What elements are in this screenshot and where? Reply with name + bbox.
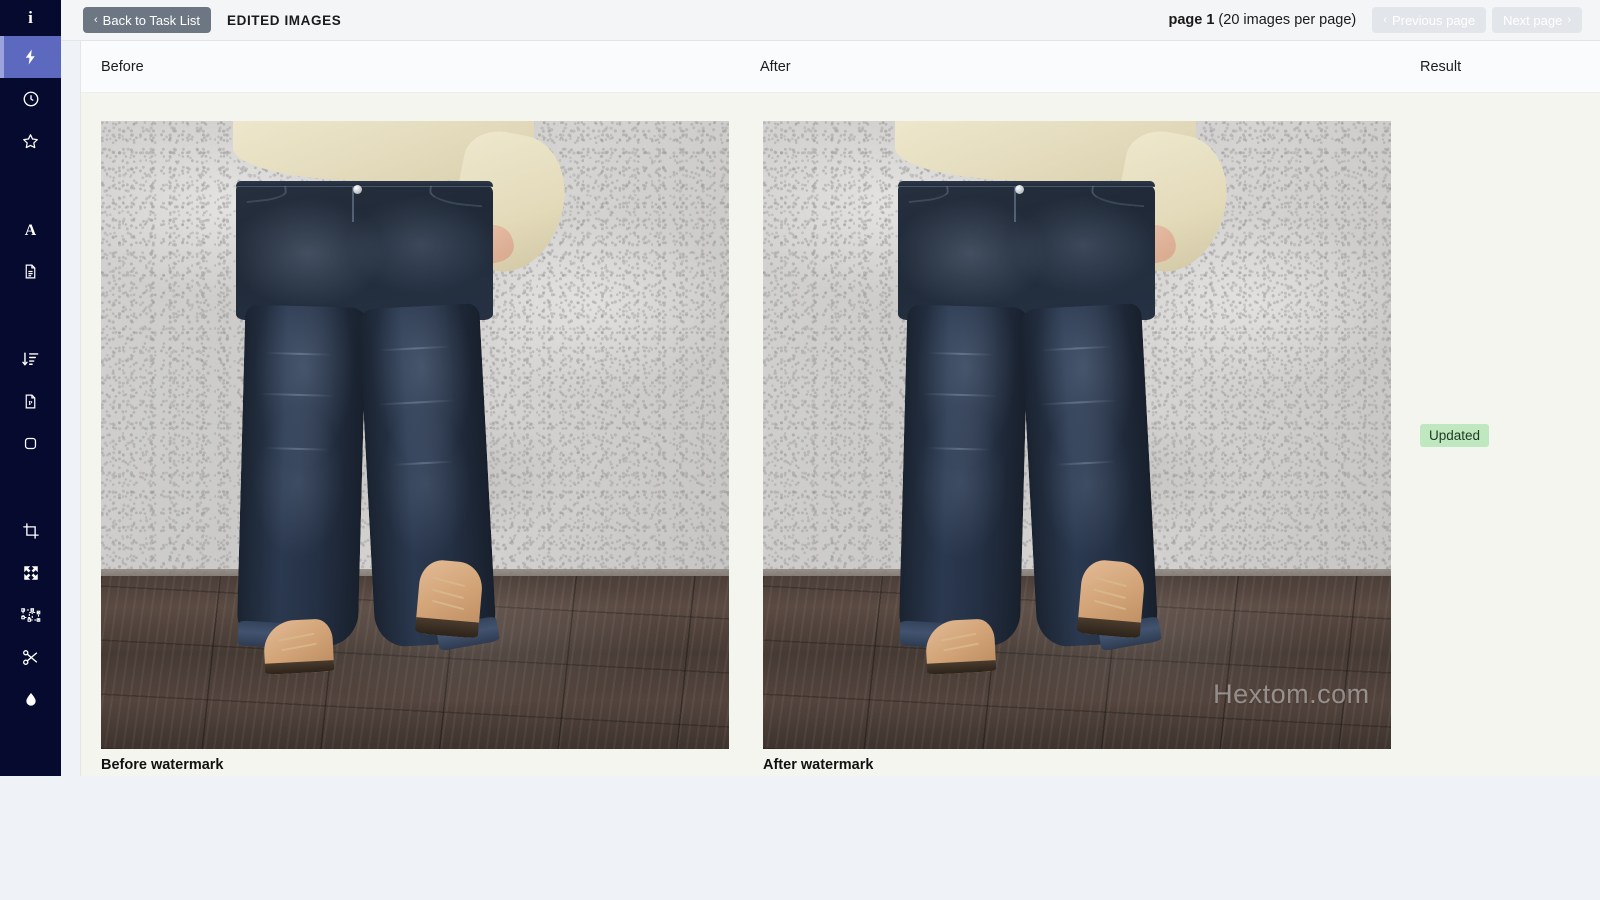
jeans-pocket-left xyxy=(907,185,951,203)
sidebar-item-remove-background[interactable] xyxy=(0,636,61,678)
chevron-right-icon: › xyxy=(1567,13,1571,26)
sidebar-item-backdrop[interactable] xyxy=(0,422,61,464)
next-page-button[interactable]: Next page › xyxy=(1492,7,1582,33)
before-caption: Before watermark xyxy=(101,757,224,773)
edited-images-panel: Before After Result Before watermark Hex… xyxy=(80,41,1600,776)
crop-icon xyxy=(22,522,40,540)
column-header-result: Result xyxy=(1420,59,1462,75)
top-bar: ‹ Back to Task List EDITED IMAGES page 1… xyxy=(61,0,1600,41)
sidebar-item-canvas[interactable] xyxy=(0,594,61,636)
lightning-bolt-icon xyxy=(22,48,40,66)
jeans-pocket-left xyxy=(245,185,289,203)
chevron-left-icon: ‹ xyxy=(94,13,98,26)
pagination-per-page: (20 images per page) xyxy=(1214,12,1357,28)
clock-icon xyxy=(22,90,40,108)
pagination-info: page 1 (20 images per page) xyxy=(1168,12,1356,28)
sidebar-item-scheduled[interactable] xyxy=(0,78,61,120)
previous-page-button[interactable]: ‹ Previous page xyxy=(1372,7,1487,33)
file-pdf-icon: P xyxy=(22,393,39,410)
model-figure xyxy=(763,121,1391,749)
document-icon xyxy=(22,263,39,280)
column-header-before: Before xyxy=(101,59,144,75)
svg-text:A: A xyxy=(25,222,37,239)
scissors-icon xyxy=(21,648,40,667)
product-photo-scene: Hextom.com xyxy=(763,121,1391,749)
model-figure xyxy=(101,121,729,749)
sidebar-item-alt-text[interactable]: A xyxy=(0,208,61,250)
next-page-label: Next page xyxy=(1503,12,1563,28)
sidebar: i A P xyxy=(0,0,61,776)
shoe-sole-left xyxy=(927,660,997,676)
jeans-leg-left xyxy=(236,304,367,650)
sidebar-item-bulk-edit[interactable] xyxy=(0,36,61,78)
letter-a-icon: A xyxy=(21,220,40,239)
rounded-square-icon xyxy=(22,435,39,452)
before-image[interactable] xyxy=(101,121,729,749)
after-image[interactable]: Hextom.com xyxy=(763,121,1391,749)
sidebar-item-crop[interactable] xyxy=(0,510,61,552)
column-header-after: After xyxy=(760,59,791,75)
jeans-button xyxy=(1015,185,1025,195)
sidebar-item-image-format[interactable]: P xyxy=(0,380,61,422)
shoe-sole-left xyxy=(265,660,335,676)
shoe-right xyxy=(414,558,485,639)
after-caption: After watermark xyxy=(763,757,874,773)
jeans-leg-left xyxy=(898,304,1029,650)
page-title: EDITED IMAGES xyxy=(226,12,342,28)
sidebar-item-watermark[interactable] xyxy=(0,678,61,720)
back-button-label: Back to Task List xyxy=(102,12,200,28)
status-badge: Updated xyxy=(1420,423,1490,447)
star-icon xyxy=(21,132,40,151)
result-cell: Updated xyxy=(1420,121,1580,749)
app-logo[interactable]: i xyxy=(0,0,61,36)
sidebar-item-reorder[interactable] xyxy=(0,338,61,380)
jeans-hip xyxy=(898,180,1156,321)
sort-amount-down-icon xyxy=(21,350,40,369)
sidebar-item-favorites[interactable] xyxy=(0,120,61,162)
jeans-pocket-right xyxy=(428,185,484,207)
jeans-pocket-right xyxy=(1090,185,1146,207)
previous-page-label: Previous page xyxy=(1391,12,1476,28)
back-to-task-list-button[interactable]: ‹ Back to Task List xyxy=(83,7,211,33)
svg-text:P: P xyxy=(29,400,33,407)
expand-arrows-icon xyxy=(22,564,40,582)
product-photo-scene xyxy=(101,121,729,749)
pagination-current-page: page 1 xyxy=(1168,12,1215,28)
jeans-hip xyxy=(236,180,494,321)
jeans-fly xyxy=(1013,187,1016,222)
table-row: Before watermark Hextom.com After waterm… xyxy=(81,93,1600,775)
sidebar-item-resize[interactable] xyxy=(0,552,61,594)
shoe-right xyxy=(1076,558,1147,639)
sidebar-item-file-name[interactable] xyxy=(0,250,61,292)
water-drop-icon xyxy=(23,691,39,707)
column-header-row: Before After Result xyxy=(81,41,1600,93)
jeans-button xyxy=(353,185,363,195)
chevron-left-icon: ‹ xyxy=(1383,13,1387,26)
object-group-icon xyxy=(20,605,41,625)
jeans-fly xyxy=(351,187,354,222)
